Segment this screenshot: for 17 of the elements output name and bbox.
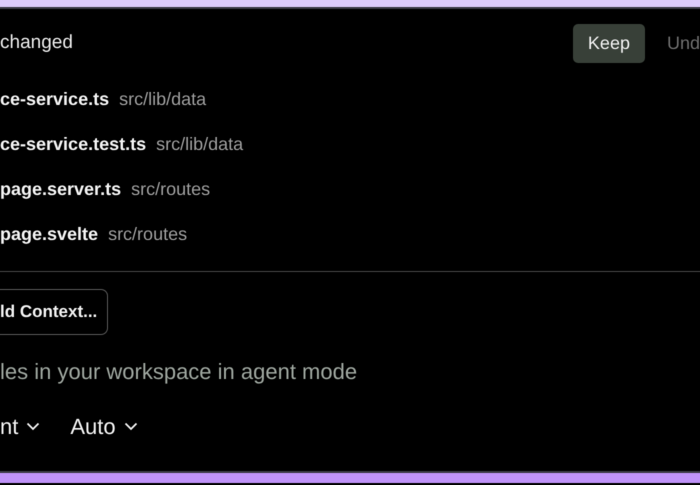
file-name[interactable]: ce-service.ts: [0, 86, 110, 113]
undo-button[interactable]: Und: [644, 24, 700, 62]
file-name[interactable]: page.server.ts: [0, 176, 122, 203]
file-path: src/routes: [131, 178, 210, 201]
chevron-down-icon: [26, 422, 40, 430]
chat-input-field[interactable]: les in your workspace in agent mode: [0, 354, 680, 388]
file-name[interactable]: page.svelte: [0, 221, 98, 248]
chevron-down-icon: [124, 422, 138, 430]
mode-dropdown[interactable]: nt: [0, 410, 40, 442]
add-context-button[interactable]: ld Context...: [0, 289, 108, 334]
changes-title: changed: [0, 30, 73, 55]
file-name[interactable]: ce-service.test.ts: [0, 131, 146, 158]
mode-dropdown[interactable]: Auto: [70, 410, 138, 442]
file-path: src/lib/data: [156, 133, 244, 156]
file-path: src/lib/data: [119, 88, 206, 111]
keep-button[interactable]: Keep: [572, 24, 645, 62]
file-path: src/routes: [108, 223, 188, 246]
